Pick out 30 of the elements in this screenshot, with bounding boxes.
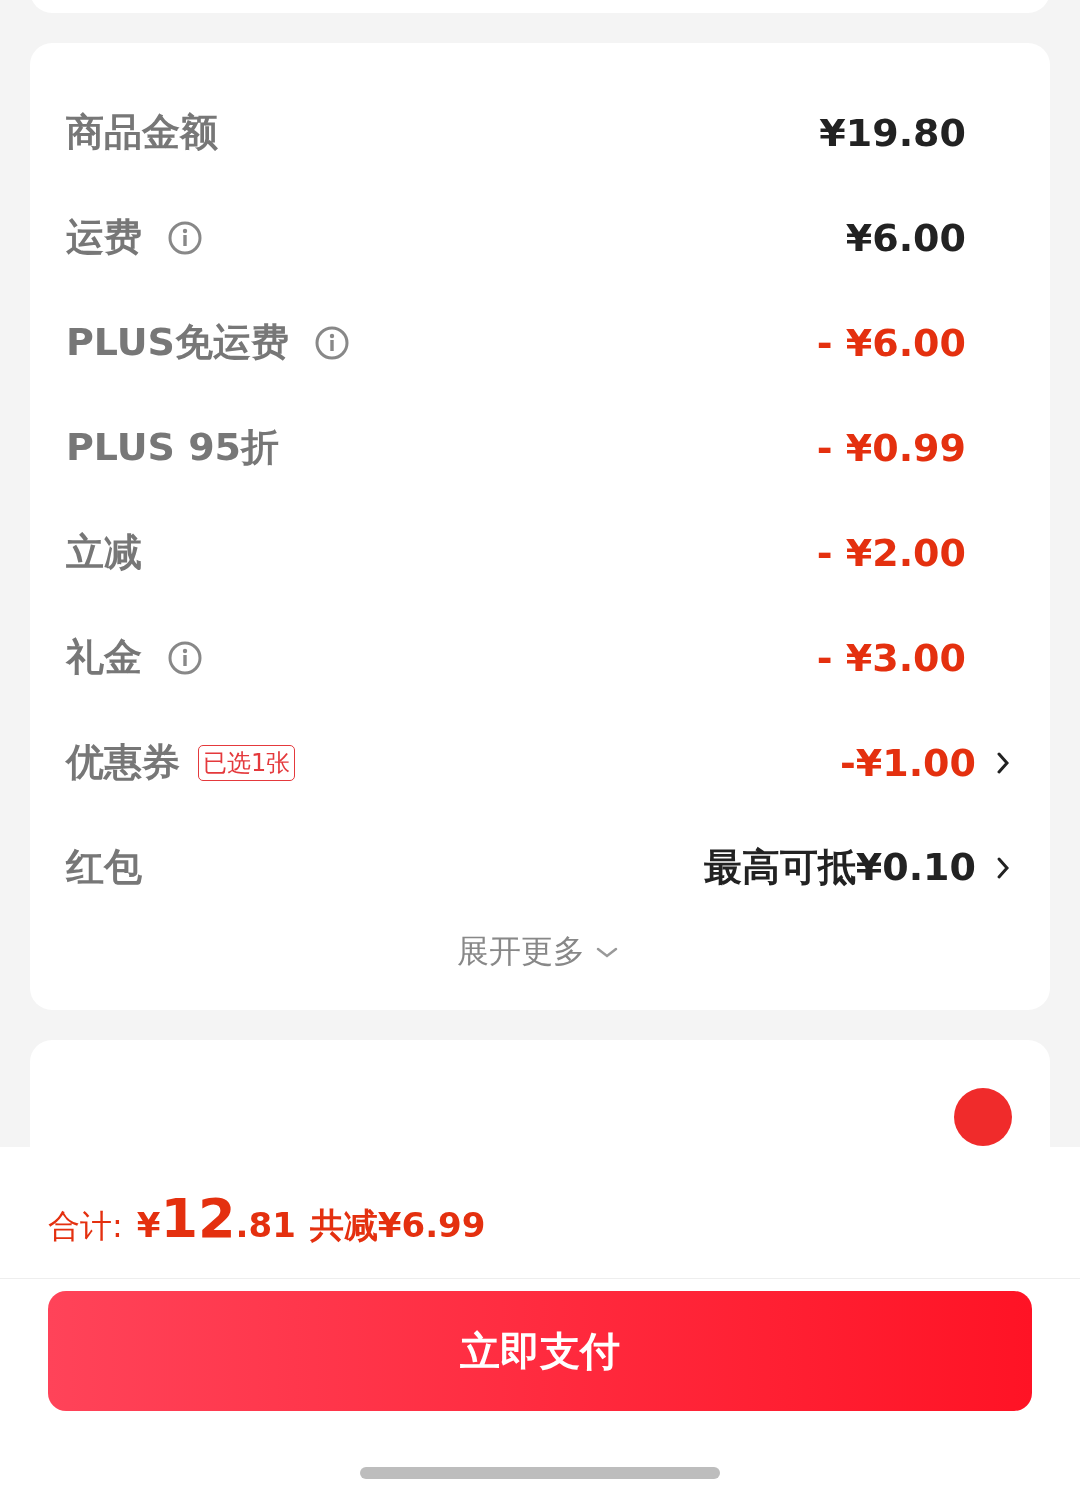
row-amount: - ¥2.00: [816, 530, 966, 575]
radio-button[interactable]: [954, 1088, 1012, 1146]
row-label: 运费: [66, 214, 142, 261]
row-label: 立减: [66, 529, 142, 576]
row-label: 礼金: [66, 634, 142, 681]
info-icon[interactable]: [168, 640, 202, 675]
row-amount: -¥1.00: [840, 740, 976, 785]
total-integer: 12: [160, 1187, 236, 1250]
info-icon[interactable]: [168, 220, 202, 255]
chevron-right-icon[interactable]: [996, 855, 1010, 880]
coupon-tag: 已选1张: [198, 744, 296, 781]
info-icon[interactable]: [314, 325, 349, 360]
pay-now-button[interactable]: 立即支付: [48, 1291, 1032, 1411]
row-label: PLUS免运费: [66, 319, 289, 366]
expand-more-button[interactable]: 展开更多: [457, 930, 619, 974]
row-label: 商品金额: [66, 109, 218, 156]
row-amount: - ¥0.99: [816, 425, 966, 470]
row-amount: - ¥3.00: [816, 635, 966, 680]
total-label: 合计:: [48, 1206, 123, 1247]
total-saving: 共减¥6.99: [309, 1204, 486, 1247]
total-decimal: .81: [235, 1205, 296, 1245]
row-amount: 最高可抵¥0.10: [703, 844, 976, 891]
currency-symbol: ¥: [136, 1205, 161, 1245]
row-label: 优惠券: [66, 739, 180, 786]
row-amount: ¥19.80: [819, 110, 966, 155]
chevron-right-icon[interactable]: [996, 750, 1010, 775]
row-label: 红包: [66, 844, 142, 891]
row-label: PLUS 95折: [66, 424, 280, 471]
row-amount: ¥6.00: [845, 215, 966, 260]
row-amount: - ¥6.00: [816, 320, 966, 365]
